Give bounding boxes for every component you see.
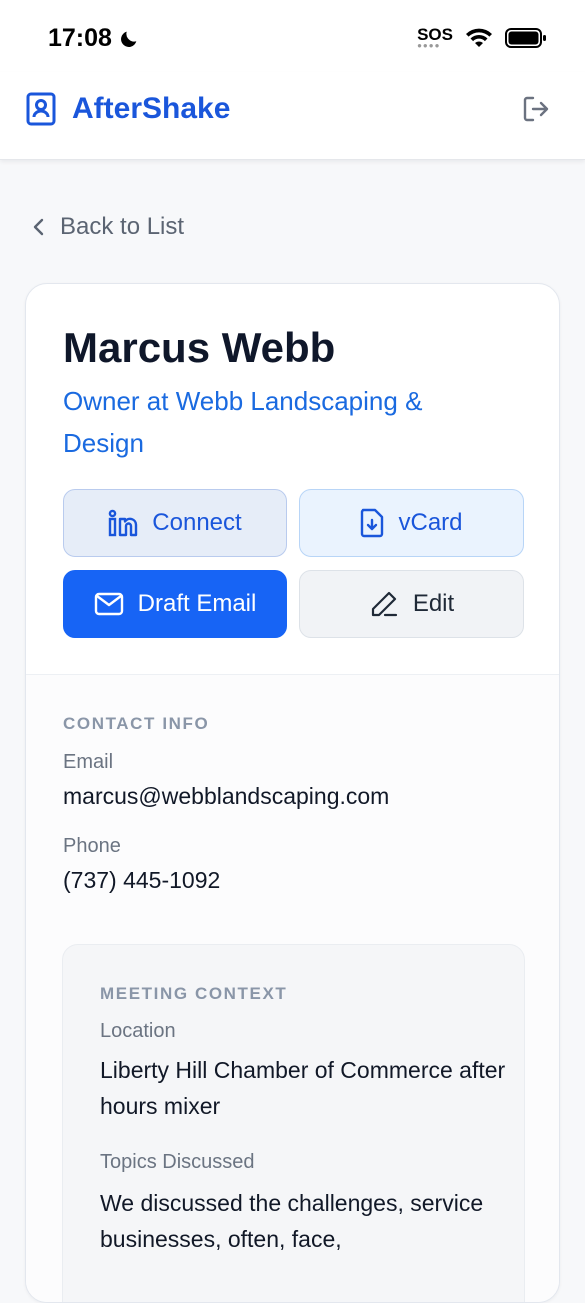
- email-value[interactable]: marcus@webblandscaping.com: [63, 783, 389, 810]
- linkedin-icon: [108, 509, 138, 537]
- connect-label: Connect: [152, 509, 242, 536]
- status-time: 17:08: [48, 24, 140, 53]
- clock: 17:08: [48, 24, 112, 52]
- contact-name: Marcus Webb: [63, 324, 336, 371]
- mail-icon: [94, 592, 123, 616]
- edit-button[interactable]: Edit: [299, 570, 524, 638]
- logout-icon: [523, 96, 549, 122]
- contact-card: Marcus Webb Owner at Webb Landscaping & …: [25, 283, 560, 1303]
- logout-button[interactable]: [521, 94, 551, 129]
- battery-icon: [505, 27, 546, 48]
- meeting-context-panel: MEETING CONTEXT Location Liberty Hill Ch…: [62, 944, 525, 1302]
- draft-email-button[interactable]: Draft Email: [63, 570, 287, 638]
- sos-indicator: SOS ●●●●: [417, 26, 453, 50]
- topics-value: We discussed the challenges, service bus…: [100, 1190, 484, 1252]
- vcard-button[interactable]: vCard: [299, 489, 524, 557]
- brand-name: AfterShake: [72, 92, 231, 125]
- pencil-icon: [371, 591, 397, 617]
- location-value: Liberty Hill Chamber of Commerce after h…: [100, 1057, 506, 1119]
- back-to-list-link[interactable]: Back to List: [30, 213, 184, 241]
- app-header: AfterShake: [0, 72, 585, 160]
- contact-title: Owner at Webb Landscaping & Design: [63, 386, 423, 458]
- contact-info-heading: CONTACT INFO: [63, 714, 210, 733]
- location-label: Location: [100, 1020, 176, 1042]
- linkedin-connect-button[interactable]: Connect: [63, 489, 287, 557]
- status-icons: SOS ●●●●: [417, 26, 547, 50]
- back-label: Back to List: [60, 213, 185, 240]
- wifi-icon: [466, 28, 492, 47]
- chevron-left-icon: [33, 218, 44, 236]
- edit-label: Edit: [412, 590, 455, 617]
- moon-icon: [120, 31, 137, 47]
- meeting-context-heading: MEETING CONTEXT: [100, 984, 288, 1003]
- phone-value[interactable]: (737) 445-1092: [63, 867, 220, 894]
- status-bar: 17:08 SOS ●●●●: [0, 0, 585, 72]
- brand[interactable]: AfterShake: [26, 92, 230, 126]
- vcard-label: vCard: [398, 509, 463, 536]
- email-label: Email: [63, 751, 114, 773]
- contact-book-icon: [26, 92, 56, 126]
- topics-label: Topics Discussed: [100, 1151, 255, 1173]
- file-download-icon: [361, 508, 384, 538]
- draft-email-label: Draft Email: [137, 590, 257, 617]
- phone-label: Phone: [63, 835, 121, 857]
